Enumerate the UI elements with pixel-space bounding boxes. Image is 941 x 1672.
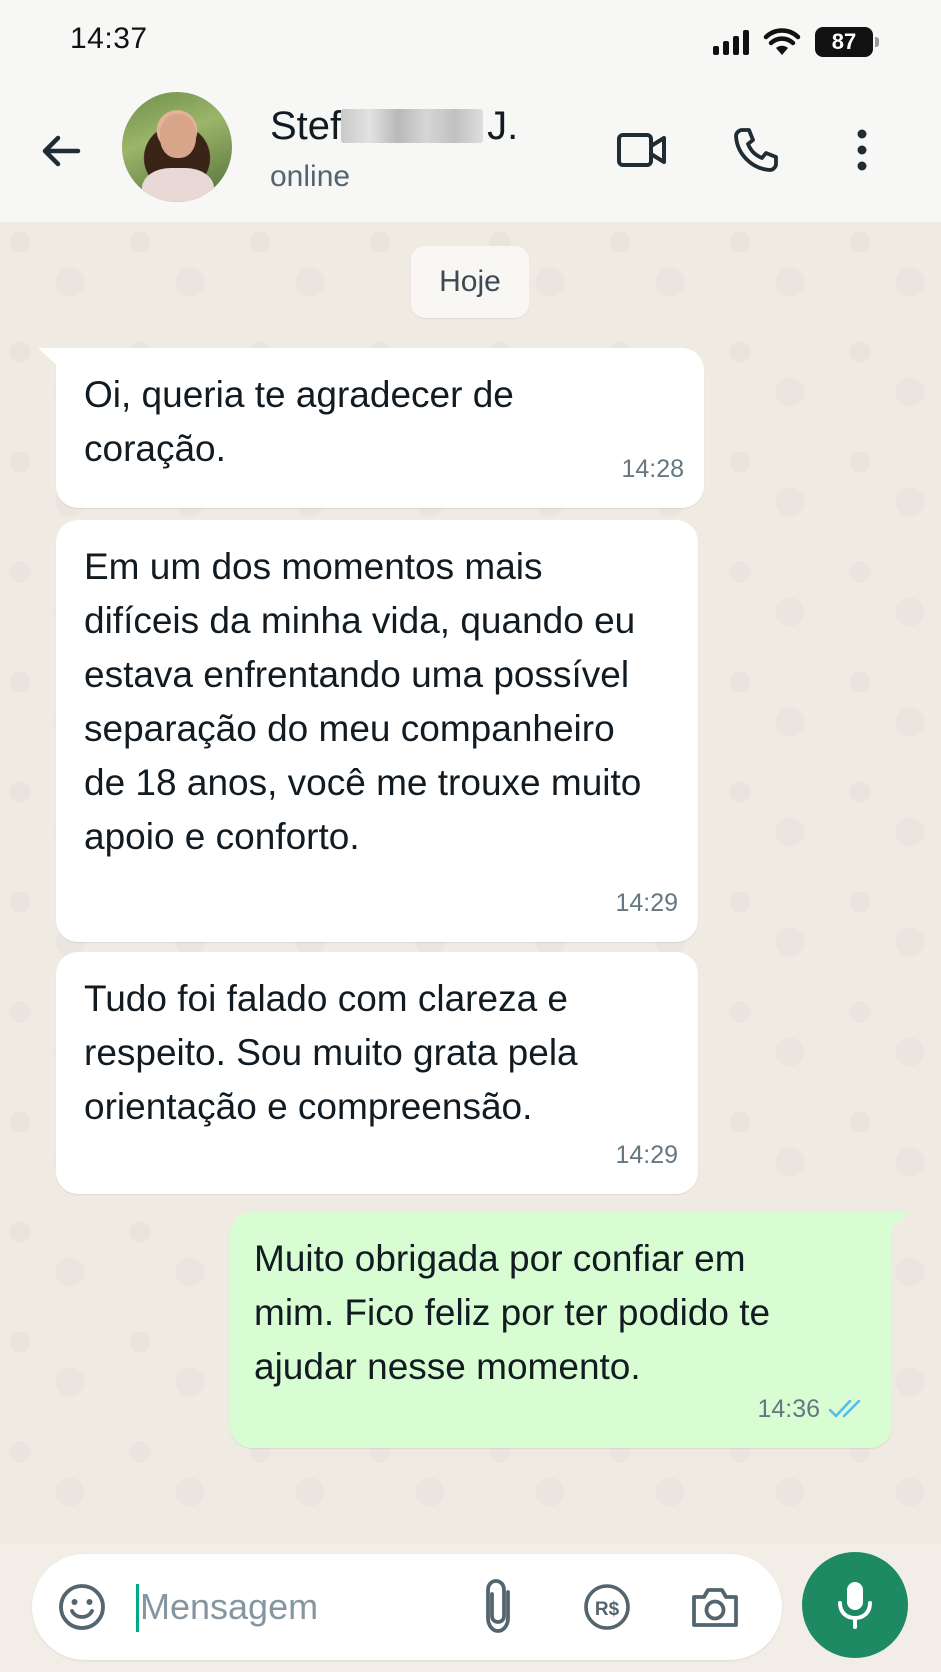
voice-message-button[interactable] [802,1552,908,1658]
message-bubble-incoming[interactable]: Em um dos momentos mais difíceis da minh… [56,520,698,942]
message-meta: 14:29 [615,1128,678,1182]
avatar-body [142,168,214,202]
svg-text:R$: R$ [595,1599,620,1620]
message-text: Oi, queria te agradecer de coração. [84,374,514,469]
message-bubble-incoming[interactable]: Oi, queria te agradecer de coração. 14:2… [38,348,704,508]
contact-status: online [270,160,351,193]
avatar-face [160,114,196,158]
attach-clip-icon [486,1579,510,1633]
date-chip: Hoje [411,246,529,318]
camera-button[interactable] [686,1578,744,1636]
microphone-icon [838,1582,872,1629]
message-meta: 14:28 [621,442,684,496]
message-text: Muito obrigada por confiar em mim. Fico … [254,1238,771,1387]
signal-icon [713,29,749,55]
bubble-tail [38,348,66,374]
double-check-icon [828,1399,861,1418]
battery-icon: 87 [815,27,879,57]
more-options-button[interactable] [834,122,890,178]
wifi-icon [763,28,801,55]
message-composer: R$ [32,1554,782,1660]
pix-payment-icon: R$ [584,1584,630,1630]
attach-button[interactable] [478,1576,534,1636]
more-vertical-icon [857,129,867,171]
camera-icon [692,1588,738,1627]
message-meta: 14:36 [757,1382,866,1436]
back-arrow-icon [42,135,81,167]
message-time: 14:29 [615,889,678,917]
contact-name-prefix: Stef [270,104,342,148]
redacted-name-blur [341,109,484,143]
payment-button[interactable]: R$ [578,1578,636,1636]
message-text: Tudo foi falado com clareza e respeito. … [84,978,578,1127]
avatar[interactable] [122,92,232,202]
status-bar: 14:37 87 [0,0,941,86]
message-meta: 14:29 [615,876,678,930]
back-button[interactable] [36,126,86,176]
message-text: Em um dos momentos mais difíceis da minh… [84,546,642,857]
video-call-button[interactable] [614,122,670,178]
emoji-icon [59,1584,105,1630]
emoji-button[interactable] [54,1579,110,1635]
status-time: 14:37 [70,22,148,55]
chat-area[interactable]: Hoje Oi, queria te agradecer de coração.… [0,222,941,1544]
video-call-icon [617,133,666,167]
message-time: 14:29 [615,1141,678,1169]
contact-name-suffix: J. [487,104,519,148]
text-cursor [136,1584,139,1632]
message-bubble-incoming[interactable]: Tudo foi falado com clareza e respeito. … [56,952,698,1194]
message-bubble-outgoing[interactable]: Muito obrigada por confiar em mim. Fico … [230,1212,910,1448]
voice-call-button[interactable] [728,122,784,178]
contact-name[interactable]: Stef J. [270,104,518,149]
message-input[interactable] [140,1578,440,1636]
chat-header: Stef J. online [0,86,941,222]
phone-icon [734,128,778,172]
bubble-tail [882,1212,910,1238]
battery-level: 87 [831,29,857,54]
message-time: 14:36 [757,1395,820,1423]
status-icons: 87 [713,26,879,58]
message-time: 14:28 [621,455,684,483]
